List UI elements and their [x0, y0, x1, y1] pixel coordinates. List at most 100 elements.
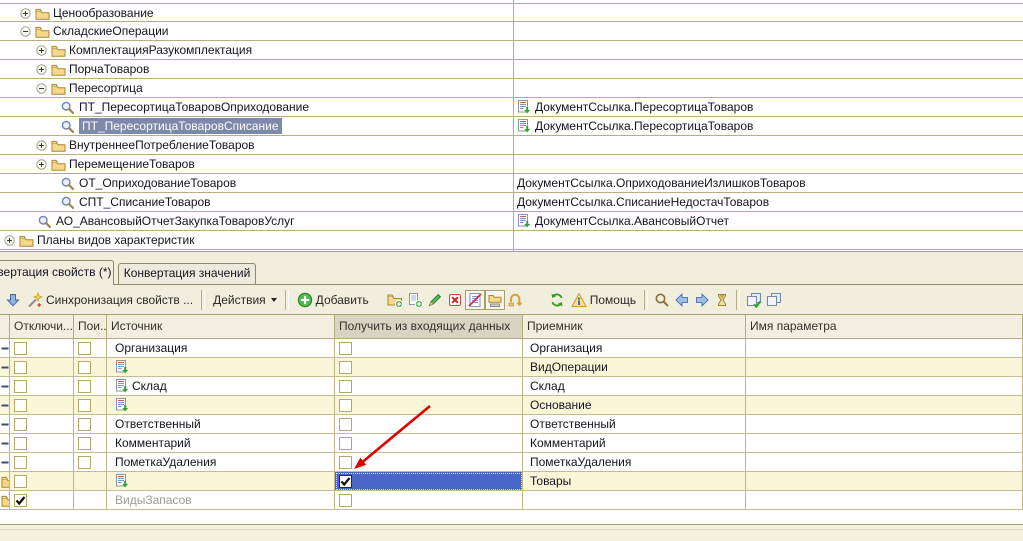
checkbox-disable[interactable]	[14, 342, 27, 355]
expander-minus-icon[interactable]	[20, 26, 31, 37]
cell-target[interactable]: Комментарий	[523, 434, 746, 453]
down-arrow-button[interactable]	[3, 290, 23, 310]
column-header[interactable]: Источник	[107, 315, 335, 339]
expander-plus-icon[interactable]	[36, 64, 47, 75]
expander-plus-icon[interactable]	[4, 235, 15, 246]
tree-row[interactable]: Пересортица	[0, 79, 1023, 98]
table-row[interactable]: Ответственный Ответственный	[0, 415, 1023, 434]
checkbox-get-from-input[interactable]	[339, 342, 352, 355]
table-row[interactable]: ПометкаУдаленияПометкаУдаления	[0, 453, 1023, 472]
checkbox-get-from-input[interactable]	[339, 494, 352, 507]
table-row[interactable]: Основание	[0, 396, 1023, 415]
expander-plus-icon[interactable]	[36, 159, 47, 170]
cell-target[interactable]	[523, 491, 746, 510]
column-header[interactable]: Пои...	[74, 315, 107, 339]
checkbox-search[interactable]	[78, 456, 91, 469]
cell-source[interactable]: Организация	[107, 339, 335, 358]
column-header[interactable]: Получить из входящих данных	[335, 315, 523, 339]
table-row[interactable]: Склад Склад	[0, 377, 1023, 396]
tree-row[interactable]: ОТ_ОприходованиеТоваровДокументСсылка.Оп…	[0, 174, 1023, 193]
checkbox-search[interactable]	[78, 361, 91, 374]
tree-row[interactable]: ВнутреннееПотреблениеТоваров	[0, 136, 1023, 155]
cell-target[interactable]: Склад	[523, 377, 746, 396]
edit-button[interactable]	[425, 290, 445, 310]
table-row[interactable]: ВидыЗапасов	[0, 491, 1023, 510]
expander-plus-icon[interactable]	[36, 45, 47, 56]
tree-row[interactable]: СПТ_СписаниеТоваровДокументСсылка.Списан…	[0, 193, 1023, 212]
cell-target[interactable]: Ответственный	[523, 415, 746, 434]
column-header[interactable]: Приемник	[523, 315, 746, 339]
checkbox-search[interactable]	[78, 399, 91, 412]
cell-target[interactable]: Основание	[523, 396, 746, 415]
deletion-mark-button[interactable]	[465, 290, 485, 310]
cell-get-from-input[interactable]	[335, 358, 523, 377]
cell-source[interactable]: Ответственный	[107, 415, 335, 434]
cell-source[interactable]	[107, 396, 335, 415]
cell-source[interactable]	[107, 358, 335, 377]
copy-button[interactable]	[405, 290, 425, 310]
display-groups-button[interactable]	[485, 290, 505, 310]
search-button[interactable]	[652, 290, 672, 310]
interval-button[interactable]	[712, 290, 732, 310]
cell-get-from-input-selected[interactable]	[335, 472, 523, 491]
actions-menu-button[interactable]: Действия	[209, 290, 281, 310]
checkbox-search[interactable]	[78, 437, 91, 450]
checkbox-get-from-input[interactable]	[339, 437, 352, 450]
sync-properties-button[interactable]: Синхронизация свойств ...	[23, 290, 197, 310]
checkbox-disable[interactable]	[14, 456, 27, 469]
tree-row[interactable]: Планы видов характеристик	[0, 231, 1023, 250]
cell-source[interactable]	[107, 472, 335, 491]
checkbox-get-from-input[interactable]	[339, 399, 352, 412]
table-row[interactable]: ВидОперации	[0, 358, 1023, 377]
tree-column-divider[interactable]	[513, 0, 514, 251]
checkbox-get-from-input[interactable]	[339, 475, 352, 488]
expander-plus-icon[interactable]	[20, 8, 31, 19]
windows-check-button[interactable]	[744, 290, 764, 310]
cell-source[interactable]: Склад	[107, 377, 335, 396]
tab-value-conversion[interactable]: Конвертация значений	[118, 263, 256, 284]
checkbox-disable[interactable]	[14, 418, 27, 431]
tree-row[interactable]: АО_АвансовыйОтчетЗакупкаТоваровУслугДоку…	[0, 212, 1023, 231]
checkbox-disable[interactable]	[14, 494, 27, 507]
forward-button[interactable]	[692, 290, 712, 310]
tree-row[interactable]: Ценообразование	[0, 3, 1023, 22]
add-button[interactable]: Добавить	[293, 290, 373, 310]
checkbox-get-from-input[interactable]	[339, 456, 352, 469]
column-header[interactable]: Отключи...	[10, 315, 74, 339]
cell-source[interactable]: ПометкаУдаления	[107, 453, 335, 472]
tree-row[interactable]: СкладскиеОперации	[0, 22, 1023, 41]
help-button[interactable]: Помощь	[567, 290, 640, 310]
column-header[interactable]	[0, 315, 10, 339]
restore-button[interactable]	[505, 290, 525, 310]
table-row[interactable]: Товары	[0, 472, 1023, 491]
checkbox-disable[interactable]	[14, 380, 27, 393]
cell-source[interactable]: Комментарий	[107, 434, 335, 453]
cell-get-from-input[interactable]	[335, 377, 523, 396]
tree-row[interactable]: ПорчаТоваров	[0, 60, 1023, 79]
cell-get-from-input[interactable]	[335, 396, 523, 415]
delete-button[interactable]	[445, 290, 465, 310]
table-row[interactable]: Комментарий Комментарий	[0, 434, 1023, 453]
checkbox-get-from-input[interactable]	[339, 361, 352, 374]
table-row[interactable]: Организация Организация	[0, 339, 1023, 358]
checkbox-disable[interactable]	[14, 475, 27, 488]
cell-target[interactable]: Товары	[523, 472, 746, 491]
expander-plus-icon[interactable]	[36, 140, 47, 151]
checkbox-get-from-input[interactable]	[339, 418, 352, 431]
checkbox-search[interactable]	[78, 380, 91, 393]
cell-target[interactable]: Организация	[523, 339, 746, 358]
cell-get-from-input[interactable]	[335, 415, 523, 434]
checkbox-disable[interactable]	[14, 361, 27, 374]
cell-get-from-input[interactable]	[335, 339, 523, 358]
checkbox-get-from-input[interactable]	[339, 380, 352, 393]
checkbox-search[interactable]	[78, 418, 91, 431]
back-button[interactable]	[672, 290, 692, 310]
tab-property-conversion[interactable]: Конвертация свойств (*)	[0, 260, 114, 285]
tree-row[interactable]: ПеремещениеТоваров	[0, 155, 1023, 174]
add-group-button[interactable]	[385, 290, 405, 310]
tree-row[interactable]: КомплектацияРазукомплектация	[0, 41, 1023, 60]
cell-source[interactable]: ВидыЗапасов	[107, 491, 335, 510]
tree-row[interactable]: ПТ_ПересортицаТоваровОприходованиеДокуме…	[0, 98, 1023, 117]
cell-target[interactable]: ВидОперации	[523, 358, 746, 377]
windows-button[interactable]	[764, 290, 784, 310]
